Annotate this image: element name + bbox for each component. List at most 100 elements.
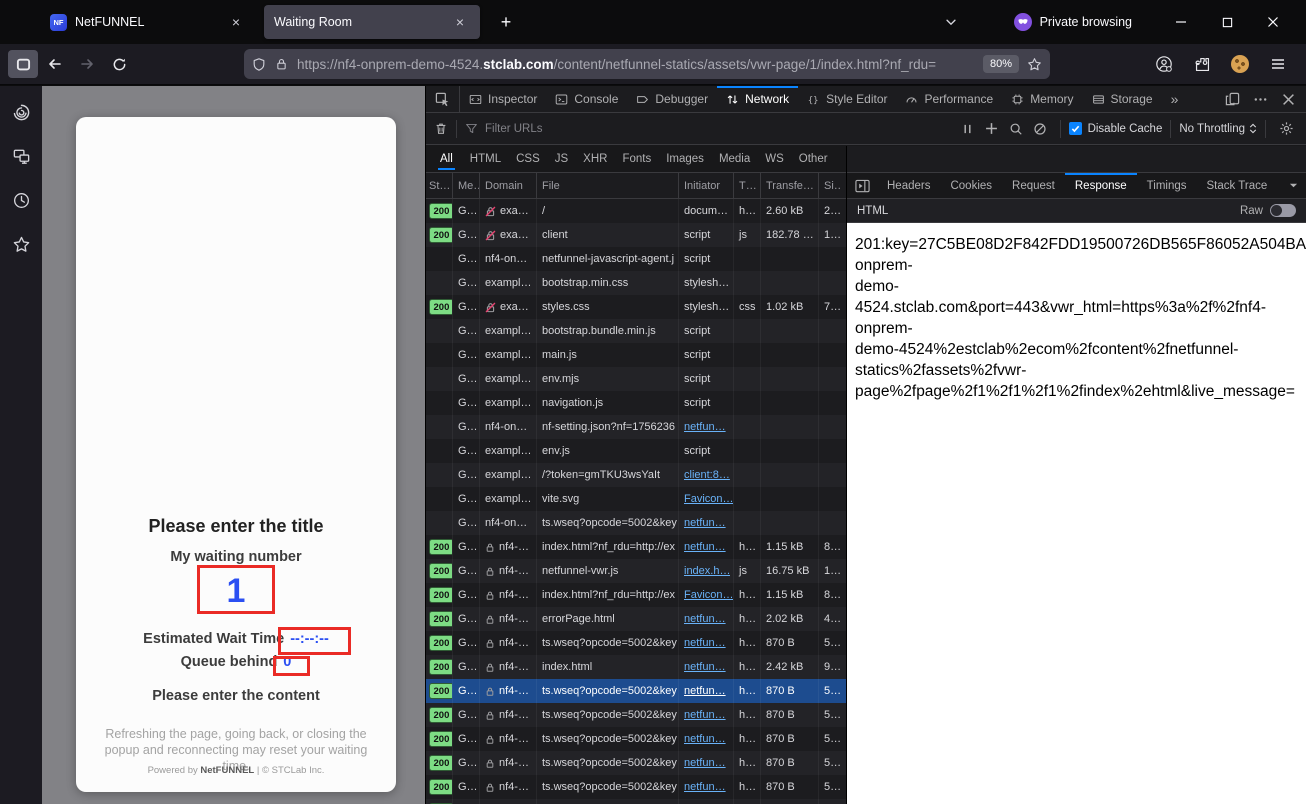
network-request-row[interactable]: 200G…nf4-…ts.wseq?opcode=5002&keynetfun…… [426,631,846,655]
extensions-puzzle-icon[interactable] [1188,50,1216,78]
network-request-row[interactable]: 200G…nf4-…ts.wseq?opcode=5002&keynetfun…… [426,679,846,703]
url-bar[interactable]: https://nf4-onprem-demo-4524.stclab.com/… [244,49,1050,79]
initiator-cell[interactable]: Favicon… [679,583,734,607]
devtools-tab-storage[interactable]: Storage [1083,86,1162,112]
search-icon[interactable] [1004,118,1028,140]
sidebar-toggle-button[interactable] [8,50,38,78]
forward-button[interactable] [72,50,102,78]
details-tab-request[interactable]: Request [1002,173,1065,198]
initiator-cell[interactable]: netfun… [679,799,734,804]
details-tab-stack-trace[interactable]: Stack Trace [1197,173,1278,198]
raw-toggle[interactable] [1270,204,1296,217]
network-request-row[interactable]: 200G…nf4-…ts.wseq?opcode=5002&keynetfun…… [426,727,846,751]
list-all-tabs-icon[interactable] [944,15,958,29]
element-picker-icon[interactable] [426,86,460,112]
synced-tabs-icon[interactable] [7,142,35,170]
cookie-extension-icon[interactable] [1226,50,1254,78]
column-header-4[interactable]: Initiator [679,173,734,198]
network-request-row[interactable]: G…exampl…vite.svgFavicon… [426,487,846,511]
network-request-row[interactable]: G…nf4-on…netfunnel-javascript-agent.jscr… [426,247,846,271]
initiator-cell[interactable]: netfun… [679,607,734,631]
filter-all[interactable]: All [438,148,455,170]
initiator-cell[interactable]: netfun… [679,679,734,703]
network-request-row[interactable]: 200G…nf4-…ts.wseq?opcode=5002&keynetfun…… [426,799,846,804]
filter-xhr[interactable]: XHR [583,153,607,165]
details-tab-response[interactable]: Response [1065,173,1137,198]
minimize-button[interactable] [1158,7,1204,37]
clear-requests-trash-icon[interactable] [434,121,448,136]
responsive-design-mode-icon[interactable] [1220,88,1244,110]
column-header-7[interactable]: Si… [819,173,841,198]
filter-html[interactable]: HTML [470,153,501,165]
column-header-1[interactable]: Me… [453,173,480,198]
devtools-tab-style-editor[interactable]: {}Style Editor [798,86,896,112]
tab-close-icon[interactable]: × [450,12,470,32]
devtools-tab-debugger[interactable]: Debugger [627,86,717,112]
ai-chatbot-icon[interactable] [7,98,35,126]
account-icon[interactable] [1150,50,1178,78]
network-request-row[interactable]: G…nf4-on…nf-setting.json?nf=1756236netfu… [426,415,846,439]
network-request-row[interactable]: G…exampl…env.jsscript [426,439,846,463]
devtools-tab-memory[interactable]: Memory [1002,86,1082,112]
details-tab-headers[interactable]: Headers [877,173,940,198]
response-body[interactable]: 201:key=27C5BE08D2F842FDD19500726DB565F8… [847,223,1306,804]
network-request-row[interactable]: 200G…nf4-…index.html?nf_rdu=http://exFav… [426,583,846,607]
devtools-close-icon[interactable] [1276,88,1300,110]
bookmarks-star-icon[interactable] [7,230,35,258]
filter-css[interactable]: CSS [516,153,540,165]
browser-tab-netfunnel[interactable]: NF NetFUNNEL × [40,5,256,39]
details-overflow-caret-icon[interactable] [1289,173,1306,198]
network-request-row[interactable]: 200G…exa…clientscriptjs182.78 …1… [426,223,846,247]
network-settings-gear-icon[interactable] [1274,118,1298,140]
initiator-cell[interactable]: netfun… [679,751,734,775]
network-request-row[interactable]: G…exampl…bootstrap.min.cssstylesh… [426,271,846,295]
network-request-row[interactable]: 200G…nf4-…ts.wseq?opcode=5002&keynetfun…… [426,751,846,775]
initiator-cell[interactable]: netfun… [679,631,734,655]
lock-icon[interactable] [275,57,288,71]
network-request-row[interactable]: G…exampl…env.mjsscript [426,367,846,391]
network-request-row[interactable]: 200G…nf4-…ts.wseq?opcode=5002&keynetfun…… [426,703,846,727]
initiator-cell[interactable]: client:8… [679,463,734,487]
browser-tab-waiting-room[interactable]: Waiting Room × [264,5,480,39]
disable-cache-checkbox[interactable]: Disable Cache [1069,122,1163,135]
devtools-tab-console[interactable]: Console [546,86,627,112]
initiator-cell[interactable]: netfun… [679,775,734,799]
devtools-tab-network[interactable]: Network [717,86,798,112]
block-requests-icon[interactable] [1028,118,1052,140]
initiator-cell[interactable]: netfun… [679,727,734,751]
details-tab-cookies[interactable]: Cookies [940,173,1002,198]
initiator-cell[interactable]: netfun… [679,415,734,439]
reload-button[interactable] [104,50,134,78]
devtools-tab-performance[interactable]: Performance [896,86,1002,112]
initiator-cell[interactable]: index.h… [679,559,734,583]
close-button[interactable] [1250,7,1296,37]
network-request-row[interactable]: 200G…nf4-…ts.wseq?opcode=5002&keynetfun…… [426,775,846,799]
url-text[interactable]: https://nf4-onprem-demo-4524.stclab.com/… [297,57,975,72]
history-clock-icon[interactable] [7,186,35,214]
network-request-row[interactable]: 200G…exa…styles.cssstylesh…css1.02 kB7… [426,295,846,319]
initiator-cell[interactable]: netfun… [679,535,734,559]
menu-hamburger-icon[interactable] [1264,50,1292,78]
network-request-row[interactable]: G…exampl…bootstrap.bundle.min.jsscript [426,319,846,343]
column-header-0[interactable]: St… [426,173,453,198]
column-header-3[interactable]: File [537,173,679,198]
zoom-level-badge[interactable]: 80% [983,55,1019,73]
filter-images[interactable]: Images [666,153,704,165]
column-header-2[interactable]: Domain [480,173,537,198]
new-tab-button[interactable]: + [492,8,520,36]
pause-traffic-icon[interactable] [956,118,980,140]
filter-urls-input[interactable]: Filter URLs [465,122,543,135]
network-request-row[interactable]: G…exampl…/?token=gmTKU3wsYaItclient:8… [426,463,846,487]
initiator-cell[interactable]: Favicon… [679,487,734,511]
filter-media[interactable]: Media [719,153,750,165]
column-header-6[interactable]: Transfe… [761,173,819,198]
network-request-row[interactable]: G…exampl…navigation.jsscript [426,391,846,415]
initiator-cell[interactable]: netfun… [679,703,734,727]
devtools-tab-inspector[interactable]: Inspector [460,86,546,112]
network-request-row[interactable]: G…nf4-on…ts.wseq?opcode=5002&keynetfun… [426,511,846,535]
shield-icon[interactable] [252,57,266,72]
column-header-5[interactable]: T… [734,173,761,198]
network-request-row[interactable]: G…exampl…main.jsscript [426,343,846,367]
details-tab-timings[interactable]: Timings [1137,173,1197,198]
network-request-row[interactable]: 200G…exa…/docum…h…2.60 kB2… [426,199,846,223]
